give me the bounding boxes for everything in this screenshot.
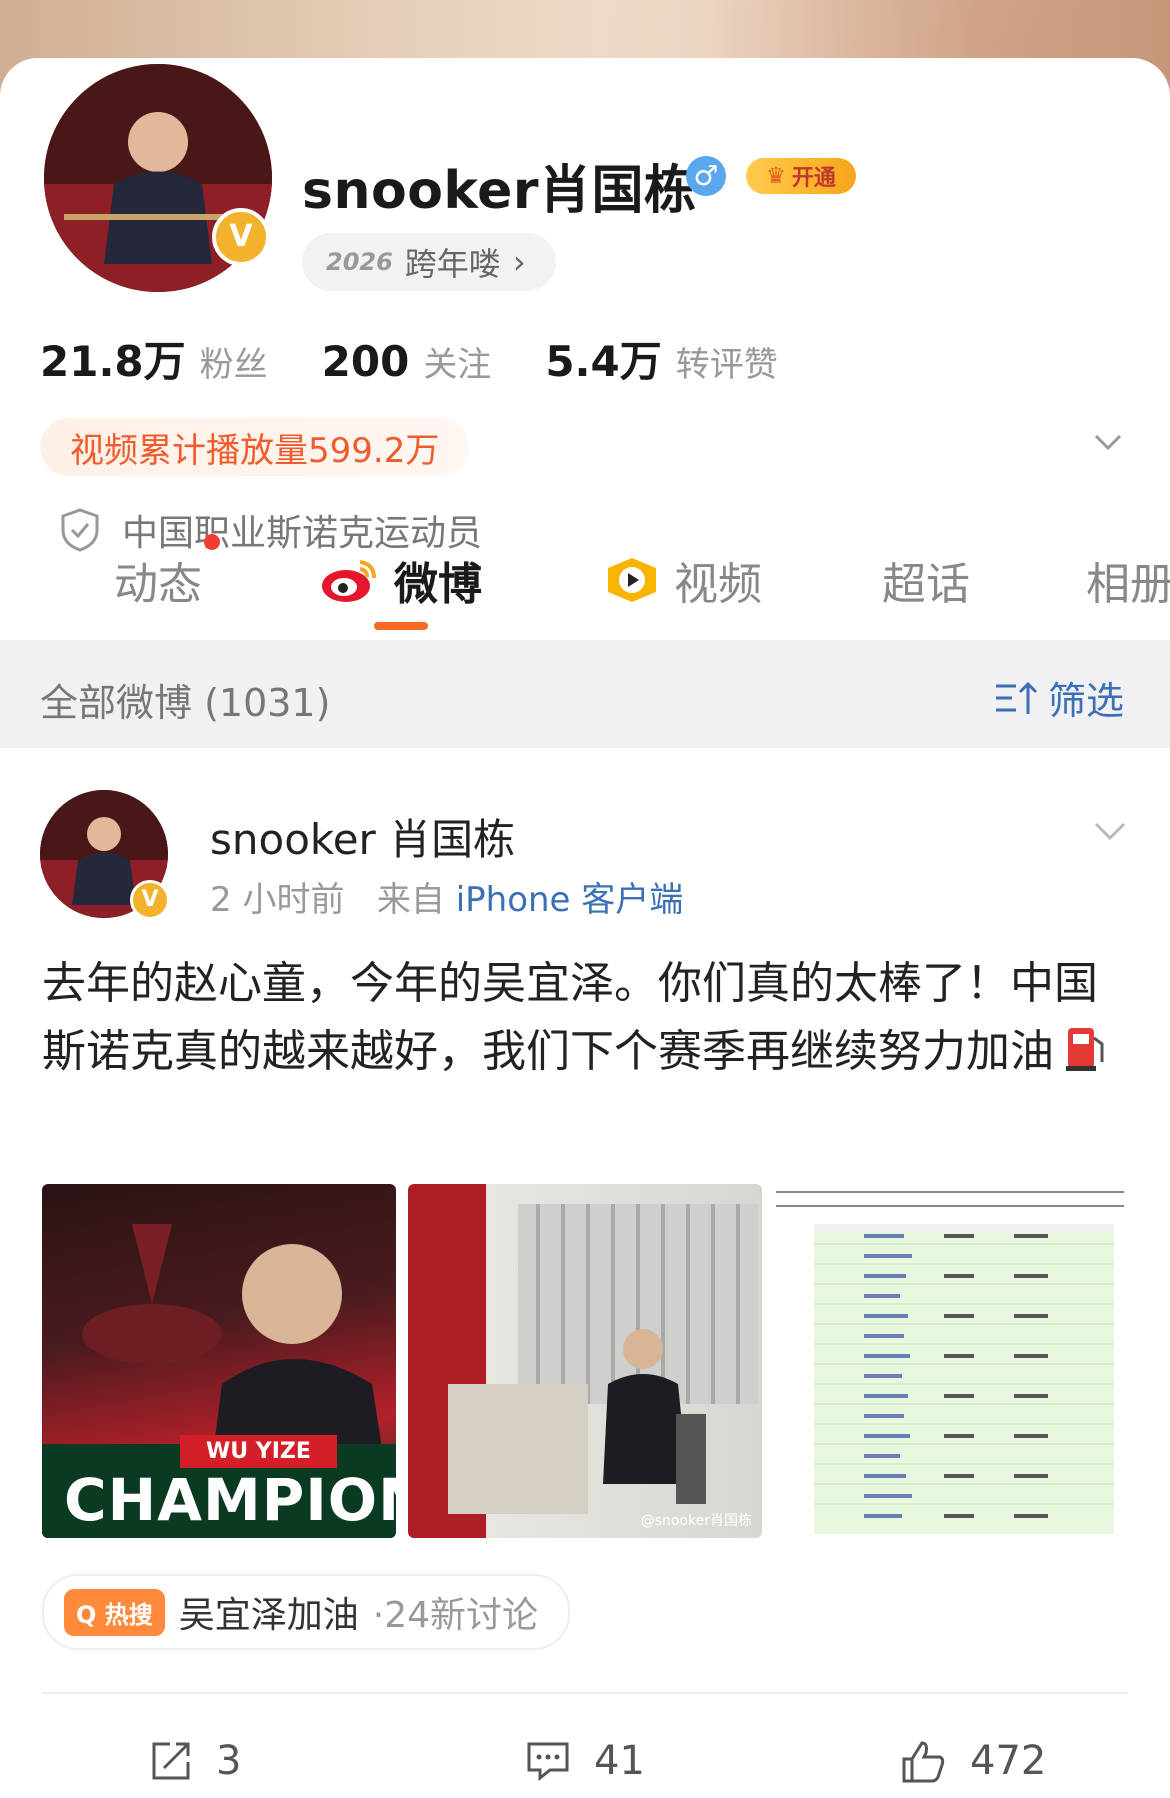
like-button[interactable]: 472 (900, 1738, 1046, 1784)
post-time: 2 小时前 (210, 880, 345, 920)
post-divider (42, 1692, 1128, 1694)
profile-stats: 21.8万 粉丝 200 关注 5.4万 转评赞 (40, 328, 778, 389)
tab-label: 视频 (674, 559, 762, 610)
video-play-icon (608, 558, 656, 602)
vip-open-button[interactable]: ♛ 开通 (746, 158, 856, 194)
fuel-pump-emoji-icon (1066, 1028, 1104, 1071)
post-meta: 2 小时前 来自 iPhone 客户端 (210, 872, 683, 921)
vip-label: 开通 (791, 166, 836, 191)
profile-name: snooker肖国栋 (302, 161, 697, 221)
filter-bar: 全部微博 (1031) 筛选 (0, 640, 1170, 748)
stat-interactions[interactable]: 5.4万 转评赞 (545, 328, 777, 389)
notification-dot (204, 534, 220, 550)
repost-icon (152, 1742, 190, 1780)
ranking-table-graphic (774, 1184, 1128, 1534)
crown-icon: ♛ (766, 163, 786, 189)
stat-number: 5.4万 (545, 337, 662, 386)
verified-badge-icon: V (130, 880, 170, 920)
hot-search-tag: Q 热搜 (64, 1588, 165, 1636)
tab-label: 超话 (882, 559, 970, 610)
filter-button[interactable]: 筛选 (994, 670, 1124, 725)
post-text: 去年的赵心童，今年的吴宜泽。你们真的太棒了！中国斯诺克真的越来越好，我们下个赛季… (42, 950, 1132, 1086)
filter-sort-icon (995, 681, 1038, 714)
repost-button[interactable]: 3 (150, 1738, 241, 1784)
stat-number: 200 (321, 337, 410, 386)
post-image-champion[interactable]: WU YIZE CHAMPION (42, 1184, 396, 1538)
new-year-badge[interactable]: 2026 跨年喽 › (302, 233, 556, 291)
champion-name-banner: WU YIZE (180, 1435, 337, 1468)
repost-count: 3 (216, 1738, 242, 1784)
stat-followers[interactable]: 21.8万 粉丝 (40, 328, 268, 389)
hot-search-topic[interactable]: Q 热搜 吴宜泽加油 ·24新讨论 (42, 1574, 571, 1650)
comment-count: 41 (594, 1738, 645, 1784)
thumbs-up-icon (902, 1741, 945, 1783)
filter-label: 筛选 (1047, 679, 1124, 723)
post-source-prefix: 来自 (376, 880, 445, 920)
post-image-ranking-table[interactable] (774, 1184, 1128, 1538)
hot-topic-sub: ·24新讨论 (372, 1595, 539, 1636)
comment-button[interactable]: 41 (526, 1738, 645, 1784)
post-menu-chevron-down-icon[interactable] (1092, 812, 1128, 848)
hot-tag-label: 热搜 (104, 1600, 153, 1629)
video-play-count-badge[interactable]: 视频累计播放量599.2万 (40, 418, 470, 476)
hot-topic-title: 吴宜泽加油 (178, 1595, 359, 1636)
gender-male-icon: ♂ (686, 156, 726, 196)
expand-chevron-down-icon[interactable] (1092, 426, 1124, 458)
post-source[interactable]: iPhone 客户端 (456, 880, 684, 920)
stat-number: 21.8万 (40, 337, 186, 386)
post-card: V snooker 肖国栋 2 小时前 来自 iPhone 客户端 去年的赵心童… (0, 748, 1170, 1795)
comment-icon (527, 1742, 569, 1782)
image-watermark: @snooker肖国栋 (640, 1513, 752, 1529)
tab-super-topic[interactable]: 超话 (882, 548, 970, 612)
post-image-locker-room[interactable]: @snooker肖国栋 (408, 1184, 762, 1538)
locker-room-photo (448, 1204, 758, 1514)
new-year-label: 跨年喽 (404, 245, 501, 283)
champion-headline: CHAMPION (64, 1466, 396, 1534)
profile-tabs: 动态 微博 视频 超话 相册 (0, 530, 1170, 630)
tab-label: 微博 (394, 559, 482, 610)
stat-following[interactable]: 200 关注 (322, 337, 492, 386)
post-actions: 3 41 472 (0, 1738, 1170, 1798)
like-count: 472 (970, 1738, 1047, 1784)
weibo-logo-icon (322, 560, 376, 602)
post-body: 去年的赵心童，今年的吴宜泽。你们真的太棒了！中国斯诺克真的越来越好，我们下个赛季… (42, 958, 1098, 1077)
tab-label: 动态 (114, 559, 202, 610)
stat-label: 粉丝 (199, 345, 268, 385)
chevron-right-icon: › (512, 243, 526, 281)
verified-badge-icon: V (212, 208, 270, 266)
all-posts-count[interactable]: 全部微博 (1031) (40, 672, 330, 727)
post-author-name[interactable]: snooker 肖国栋 (210, 806, 515, 867)
stat-label: 关注 (423, 345, 492, 385)
stat-label: 转评赞 (675, 345, 778, 385)
tab-label: 相册 (1086, 559, 1170, 610)
tab-activity[interactable]: 动态 (114, 548, 202, 612)
tab-weibo[interactable]: 微博 (320, 548, 482, 612)
tab-album[interactable]: 相册 (1086, 548, 1170, 612)
year-icon: 2026 (326, 248, 393, 276)
active-tab-indicator (374, 622, 428, 630)
tab-video[interactable]: 视频 (604, 548, 762, 612)
